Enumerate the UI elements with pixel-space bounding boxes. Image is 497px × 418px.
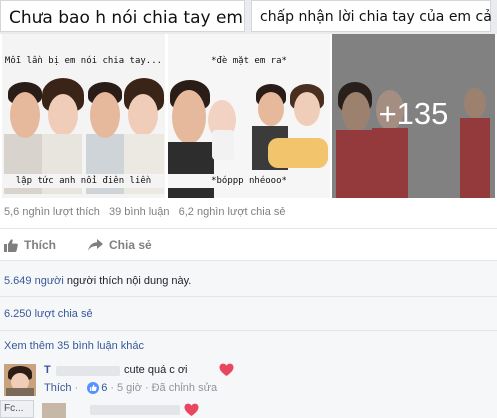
photo-figure (294, 92, 320, 126)
photo-figure (258, 92, 284, 126)
separator-dot: · (144, 382, 149, 394)
photo-figure (212, 130, 234, 160)
top-post-strip: Chưa bao h nói chia tay em chấp nhận lời… (0, 0, 497, 34)
comment-item (4, 402, 494, 418)
comment-meta: Thích · 6 · 5 giờ · Đã chỉnh sửa (44, 382, 217, 394)
photo-figure (90, 92, 120, 138)
photo-figure (172, 90, 206, 144)
top-card-text: chấp nhận lời chia tay của em cả (260, 9, 492, 25)
thumbs-up-icon (4, 238, 18, 252)
people-like-link[interactable]: 5.649 người (4, 275, 64, 287)
people-like-line: 5.649 người người thích nội dung này. (4, 275, 191, 287)
photo-caption-top: Mỗi lần bị em nói chia tay... (4, 56, 163, 66)
photo-3-more[interactable]: +135 (332, 34, 495, 198)
separator-dot: · (74, 382, 79, 394)
separator-dot: · (110, 382, 114, 394)
divider (0, 228, 497, 229)
top-card-right[interactable]: chấp nhận lời chia tay của em cả (251, 0, 492, 32)
comment-edited[interactable]: Đã chỉnh sửa (152, 382, 217, 394)
photo-figure (128, 94, 158, 136)
heart-icon (184, 403, 199, 416)
likes-count[interactable]: 5,6 nghìn lượt thích (4, 206, 100, 218)
like-badge-icon (87, 382, 100, 394)
comment-item: T cute quá c ơi Thích · 6 · 5 giờ · Đã c… (4, 360, 494, 400)
share-button[interactable]: Chia sẻ (88, 238, 152, 252)
redacted-name (90, 405, 180, 415)
shares-line[interactable]: 6.250 lượt chia sẻ (4, 308, 93, 320)
avatar-shirt (6, 388, 34, 396)
divider (0, 330, 497, 331)
photo-figure (48, 94, 78, 136)
view-more-comments[interactable]: Xem thêm 35 bình luận khác (4, 340, 144, 352)
photo-caption-bottom: *bóppp nhéooo* (168, 174, 330, 188)
photo-figure (268, 138, 328, 168)
comment-time[interactable]: 5 giờ (117, 382, 142, 394)
share-button-label: Chia sẻ (109, 238, 152, 252)
people-like-suffix: người thích nội dung này. (63, 275, 192, 287)
comment-like-link[interactable]: Thích (44, 382, 72, 394)
like-button-label: Thích (24, 238, 56, 252)
comment-like-badge[interactable]: 6 (87, 382, 107, 394)
top-card-left[interactable]: Chưa bao h nói chia tay em (0, 0, 245, 32)
heart-icon (219, 363, 234, 376)
like-button[interactable]: Thích (4, 238, 56, 252)
comment-like-count: 6 (101, 382, 108, 394)
redacted-name (56, 366, 120, 376)
shares-count[interactable]: 6,2 nghìn lượt chia sẻ (179, 206, 286, 218)
photo-caption-top: *đè mặt em ra* (211, 56, 287, 66)
share-arrow-icon (88, 239, 103, 251)
avatar[interactable] (42, 403, 66, 418)
avatar[interactable] (4, 364, 36, 396)
photo-grid: Mỗi lần bị em nói chia tay... lập tức an… (0, 34, 497, 198)
comment-text: cute quá c ơi (124, 364, 188, 376)
post-details-panel: 5.649 người người thích nội dung này. 6.… (0, 260, 497, 418)
divider (0, 260, 497, 261)
edge-tab[interactable]: Fc... (0, 400, 34, 418)
divider (0, 296, 497, 297)
photo-figure (10, 92, 40, 138)
comment-author[interactable]: T (44, 364, 51, 376)
engagement-stats: 5,6 nghìn lượt thích 39 bình luận 6,2 ng… (4, 206, 292, 218)
photo-1[interactable]: Mỗi lần bị em nói chia tay... lập tức an… (2, 34, 165, 198)
photo-caption-bottom: lập tức anh nổi điên liền (2, 174, 165, 188)
comments-count[interactable]: 39 bình luận (109, 206, 170, 218)
top-card-text: Chưa bao h nói chia tay em (9, 8, 243, 28)
more-photos-count: +135 (378, 96, 449, 131)
photo-figure (168, 142, 214, 198)
photo-2[interactable]: *đè mặt em ra* *bóppp nhéooo* (168, 34, 330, 198)
